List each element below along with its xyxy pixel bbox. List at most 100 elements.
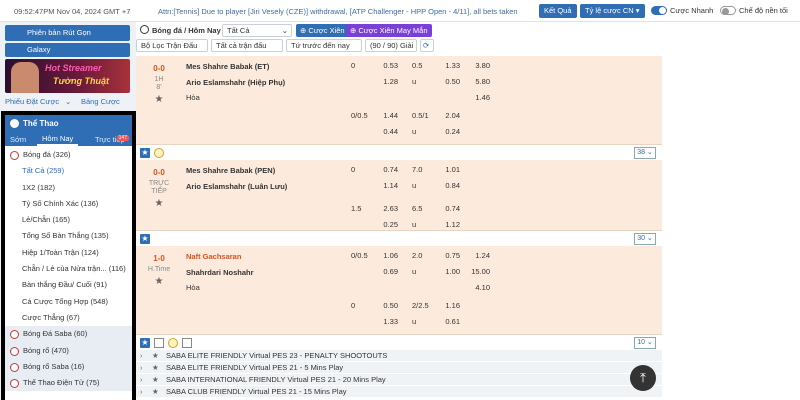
sidebar-item[interactable]: Bóng rổ Saba (16) bbox=[5, 358, 132, 376]
sports-header[interactable]: Thể Thao bbox=[5, 115, 132, 133]
odds-cell[interactable]: 0.44 bbox=[376, 127, 398, 136]
odds-cell[interactable]: 1.12 bbox=[438, 220, 460, 229]
odds-cell[interactable]: 0.24 bbox=[438, 127, 460, 136]
quick-bet-toggle[interactable] bbox=[651, 6, 667, 15]
sidebar-item[interactable]: Tất Cả (259) bbox=[5, 163, 132, 179]
sidebar-item[interactable]: Lẻ/Chẵn (165) bbox=[5, 212, 132, 228]
sidebar-item[interactable]: Thể Thao Điện Tử (75) bbox=[5, 375, 132, 392]
odds-cell[interactable]: 1.14 bbox=[376, 181, 398, 190]
favorite-star-icon[interactable]: ★ bbox=[136, 198, 182, 209]
all-matches-dropdown[interactable]: Tất cả trận đấu bbox=[211, 39, 283, 52]
dark-mode-toggle[interactable] bbox=[720, 6, 736, 15]
parlay-label: Cược Xiên bbox=[308, 26, 345, 35]
odds-cell[interactable]: 15.00 bbox=[466, 267, 490, 276]
odds-cell[interactable]: 2.04 bbox=[438, 111, 460, 120]
favorite-icon[interactable]: ★ bbox=[140, 148, 150, 158]
odds-cell[interactable]: 0.74 bbox=[438, 204, 460, 213]
odds-cell[interactable]: 1.33 bbox=[376, 317, 398, 326]
league-row[interactable]: › ★ SABA ELITE FRIENDLY Virtual PES 23 - P… bbox=[136, 350, 662, 362]
odds-cell[interactable]: 1.46 bbox=[466, 93, 490, 102]
sports-header-label: Thể Thao bbox=[23, 119, 59, 128]
sidebar-item[interactable]: Bóng rổ (470) bbox=[5, 342, 132, 359]
more-markets-count[interactable]: 10 ⌄ bbox=[634, 337, 656, 349]
league-row[interactable]: › ★ SABA CLUB FRIENDLY Virtual PES 21 - 15… bbox=[136, 386, 662, 398]
tab-bet-list[interactable]: Bảng Cược bbox=[81, 97, 120, 106]
coin-icon[interactable] bbox=[154, 148, 164, 158]
sidebar-item[interactable]: Bóng Đá Saba (60) bbox=[5, 326, 132, 343]
odds-cell[interactable]: 4.10 bbox=[466, 283, 490, 292]
league-row[interactable]: › ★ SABA INTERNATIONAL FRIENDLY Virtual PE… bbox=[136, 374, 662, 386]
odds-cell[interactable]: 5.80 bbox=[466, 77, 490, 86]
favorite-star-icon[interactable]: ★ bbox=[136, 276, 182, 287]
odds-cell[interactable]: 1.33 bbox=[438, 61, 460, 70]
sidebar-item[interactable]: Cược Thẳng (67) bbox=[5, 310, 132, 326]
handicap-cell: u bbox=[412, 317, 417, 326]
odds-cell[interactable]: 1.44 bbox=[376, 111, 398, 120]
coin-icon[interactable] bbox=[168, 338, 178, 348]
home-team: Mes Shahre Babak (ET) bbox=[186, 62, 270, 71]
match-list: 0-0 1H 8' ★ Mes Shahre Babak (ET) Ario Eslams… bbox=[136, 56, 662, 350]
galaxy-button[interactable]: Galaxy bbox=[5, 43, 130, 57]
odds-cell[interactable]: 1.16 bbox=[438, 301, 460, 310]
stats-icon[interactable] bbox=[154, 338, 164, 348]
more-markets-count-label: 30 bbox=[637, 235, 645, 242]
hot-streamer-banner[interactable]: Hot Streamer Tường Thuật bbox=[5, 59, 130, 93]
match-filter-label: Bộ Lọc Trận Đấu bbox=[141, 41, 198, 50]
parlay-button[interactable]: ⊕ Cược Xiên bbox=[296, 24, 349, 37]
sidebar-item[interactable]: Cá Cược Tổng Hợp (548) bbox=[5, 294, 132, 310]
lite-version-button[interactable]: Phiên bản Rút Gọn bbox=[5, 25, 130, 41]
favorite-star-icon[interactable]: ★ bbox=[152, 374, 159, 386]
odds-cell[interactable]: 0.69 bbox=[376, 267, 398, 276]
favorite-icon[interactable]: ★ bbox=[140, 234, 150, 244]
odds-cell[interactable]: 0.53 bbox=[376, 61, 398, 70]
match-footer: ★ 10 ⌄ bbox=[136, 334, 662, 350]
sidebar-item[interactable]: Bàn thắng Đầu/ Cuối (91) bbox=[5, 277, 132, 293]
odds-type-dropdown[interactable]: Tỷ lệ cược CN ▾ bbox=[580, 4, 645, 18]
sidebar-item[interactable]: 1X2 (182) bbox=[5, 180, 132, 196]
handicap-cell: 0 bbox=[351, 301, 356, 310]
odds-cell[interactable]: 3.80 bbox=[466, 61, 490, 70]
odds-cell[interactable]: 0.74 bbox=[376, 165, 398, 174]
odds-cell[interactable]: 0.61 bbox=[438, 317, 460, 326]
match-filter-dropdown[interactable]: Bộ Lọc Trận Đấu bbox=[136, 39, 208, 52]
league-row[interactable]: › ★ SABA ELITE FRIENDLY Virtual PES 21 - 5… bbox=[136, 362, 662, 374]
sidebar-item[interactable]: Hiệp 1/Toàn Trận (124) bbox=[5, 245, 132, 261]
odds-cell[interactable]: 0.25 bbox=[376, 220, 398, 229]
sort-dropdown[interactable]: Tứ trước đến nay bbox=[286, 39, 362, 52]
odds-cell[interactable]: 2.63 bbox=[376, 204, 398, 213]
odds-cell[interactable]: 1.00 bbox=[438, 267, 460, 276]
market-filter-dropdown[interactable]: Tất Cả ⌄ bbox=[222, 24, 292, 37]
odds-cell[interactable]: 1.06 bbox=[376, 251, 398, 260]
more-markets-count[interactable]: 30 ⌄ bbox=[634, 233, 656, 245]
odds-cell[interactable]: 0.50 bbox=[438, 77, 460, 86]
favorite-star-icon[interactable]: ★ bbox=[152, 386, 159, 398]
favorite-star-icon[interactable]: ★ bbox=[136, 94, 182, 105]
tab-early[interactable]: Sớm bbox=[10, 135, 26, 144]
announcement-marquee[interactable]: Attn:[Tennis] Due to player [Jiri Vesely… bbox=[158, 7, 530, 16]
odds-cell[interactable]: 0.50 bbox=[376, 301, 398, 310]
odds-cell[interactable]: 1.28 bbox=[376, 77, 398, 86]
favorite-icon[interactable]: ★ bbox=[140, 338, 150, 348]
results-button[interactable]: Kết Quả bbox=[539, 4, 577, 18]
sidebar-item[interactable]: Tỷ Số Chính Xác (136) bbox=[5, 196, 132, 212]
lucky-parlay-button[interactable]: ⊕ Cược Xiên May Mắn bbox=[346, 24, 432, 37]
refresh-button[interactable]: ⟳ bbox=[420, 39, 434, 52]
tab-today[interactable]: Hôm Nay bbox=[37, 134, 79, 146]
favorite-star-icon[interactable]: ★ bbox=[152, 350, 159, 362]
sidebar-item[interactable]: Tổng Số Bàn Thắng (135) bbox=[5, 228, 132, 244]
odds-cell[interactable]: 1.01 bbox=[438, 165, 460, 174]
league-count-dropdown[interactable]: (90 / 90) Giải bbox=[365, 39, 417, 52]
sidebar-item[interactable]: Bóng đá (326) bbox=[5, 147, 132, 163]
more-markets-count[interactable]: 38 ⌄ bbox=[634, 147, 656, 159]
match-score: 0-0 bbox=[153, 168, 165, 177]
odds-cell[interactable]: 1.24 bbox=[466, 251, 490, 260]
favorite-star-icon[interactable]: ★ bbox=[152, 362, 159, 374]
scroll-to-top-button[interactable]: ⤒ bbox=[630, 365, 656, 391]
tv-icon[interactable] bbox=[182, 338, 192, 348]
sports-menu: Thể Thao Sớm Hôm Nay Trực tiếp 147 Bóng … bbox=[1, 111, 136, 400]
odds-cell[interactable]: 0.84 bbox=[438, 181, 460, 190]
sidebar-item[interactable]: Chẵn / Lẻ của Nửa trận... (116) bbox=[5, 261, 132, 277]
tab-betslip[interactable]: Phiếu Đặt Cược bbox=[5, 97, 59, 106]
chevron-right-icon: › bbox=[140, 363, 143, 372]
odds-cell[interactable]: 0.75 bbox=[438, 251, 460, 260]
